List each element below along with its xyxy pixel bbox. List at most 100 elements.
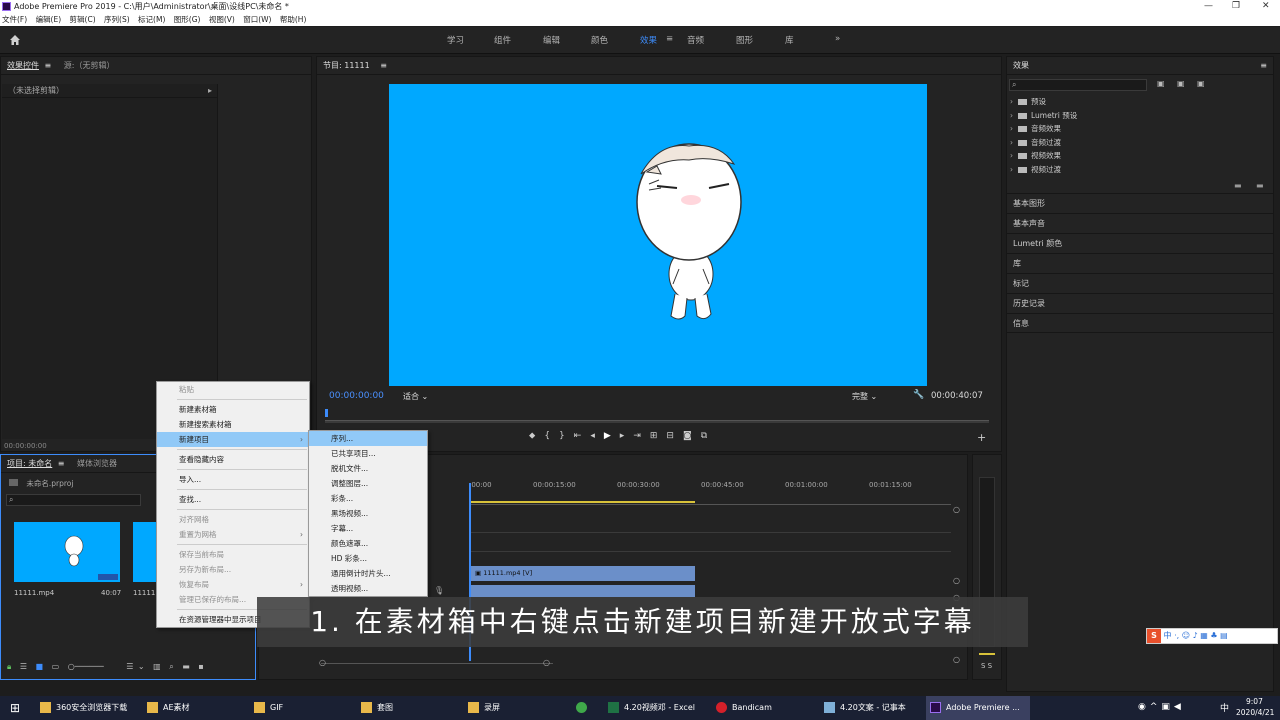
minimize-icon[interactable]: — bbox=[1204, 0, 1213, 13]
tab-audio[interactable]: 音频 bbox=[687, 34, 704, 46]
menu-edit[interactable]: 编辑(E) bbox=[36, 15, 62, 24]
tree-item-presets[interactable]: › 预设 bbox=[1010, 96, 1077, 110]
clock-time[interactable]: 9:07 bbox=[1246, 697, 1263, 706]
tab-graphics[interactable]: 图形 bbox=[736, 34, 753, 46]
go-to-in-icon[interactable]: ⇤ bbox=[574, 431, 591, 441]
automate-icon[interactable]: ▥ bbox=[153, 662, 161, 671]
tree-item-audio-transitions[interactable]: › 音频过渡 bbox=[1010, 137, 1077, 151]
sort-icon[interactable]: ☰ bbox=[126, 662, 133, 671]
playhead[interactable] bbox=[325, 409, 328, 417]
scroll-handle-icon[interactable]: ○ bbox=[319, 658, 326, 667]
emoji-icon[interactable]: ☺ bbox=[1182, 631, 1190, 640]
lift-icon[interactable]: ⊞ bbox=[650, 431, 667, 441]
submenu-item-hd-bars[interactable]: HD 彩条... bbox=[309, 551, 427, 566]
quality-dropdown[interactable]: 完整 ⌄ bbox=[852, 391, 877, 402]
menu-item-new-item[interactable]: 新建项目 › bbox=[157, 432, 309, 447]
timeline-video-clip[interactable]: ▣ 11111.mp4 [V] bbox=[469, 566, 695, 581]
taskbar-item-excel[interactable]: 4.20视频邓 - Excel bbox=[604, 696, 695, 720]
menu-window[interactable]: 窗口(W) bbox=[243, 15, 271, 24]
tray-expand-icon[interactable]: ^ bbox=[1150, 702, 1162, 712]
zoom-scrollbar[interactable] bbox=[325, 421, 989, 423]
section-lumetri-color[interactable]: Lumetri 颜色 bbox=[1007, 233, 1273, 253]
taskbar-item-bandicam[interactable]: Bandicam bbox=[712, 696, 772, 720]
tab-media-browser[interactable]: 媒体浏览器 bbox=[77, 459, 117, 468]
timeline-ruler[interactable]: :00:00 00:00:15:00 00:00:30:00 00:00:45:… bbox=[469, 481, 954, 495]
fit-dropdown[interactable]: 适合 ⌄ bbox=[403, 391, 428, 402]
close-icon[interactable]: ✕ bbox=[1262, 0, 1270, 13]
submenu-item-transparent-video[interactable]: 透明视频... bbox=[309, 581, 427, 596]
scroll-handle-icon[interactable]: ○ bbox=[543, 658, 550, 667]
solo-buttons[interactable]: S S bbox=[981, 662, 992, 670]
menu-item-view-hidden[interactable]: 查看隐藏内容 bbox=[157, 452, 309, 467]
work-area-bar[interactable] bbox=[469, 501, 695, 503]
restore-icon[interactable]: ❐ bbox=[1232, 0, 1240, 13]
section-libraries[interactable]: 库 bbox=[1007, 253, 1273, 273]
punctuation-icon[interactable]: ·, bbox=[1174, 631, 1179, 640]
menu-item-new-search-bin[interactable]: 新建搜索素材箱 bbox=[157, 417, 309, 432]
go-to-out-icon[interactable]: ⇥ bbox=[633, 431, 650, 441]
program-timecode-current[interactable]: 00:00:00:00 bbox=[329, 391, 384, 401]
accelerated-effects-icon[interactable]: ▣ bbox=[1157, 79, 1165, 88]
tab-assembly[interactable]: 组件 bbox=[494, 34, 511, 46]
tab-project[interactable]: 项目: 未命名 bbox=[7, 459, 52, 468]
tab-libraries[interactable]: 库 bbox=[785, 34, 794, 46]
chevron-down-icon[interactable]: ⌄ bbox=[138, 662, 145, 671]
section-essential-sound[interactable]: 基本声音 bbox=[1007, 213, 1273, 233]
microphone-icon[interactable]: 🎙︎ bbox=[434, 586, 444, 595]
menu-item-new-bin[interactable]: 新建素材箱 bbox=[157, 402, 309, 417]
effects-menu-icon[interactable]: ≡ bbox=[1260, 57, 1267, 75]
export-frame-icon[interactable]: ◙ bbox=[683, 431, 701, 441]
submenu-item-sequence[interactable]: 序列... bbox=[309, 431, 427, 446]
timeline-scrollbar[interactable]: ○ ○ bbox=[319, 658, 553, 669]
taskbar-item-gif[interactable]: GIF bbox=[250, 696, 283, 720]
extract-icon[interactable]: ⊟ bbox=[666, 431, 683, 441]
taskbar-item-taotu[interactable]: 套图 bbox=[357, 696, 393, 720]
icon-view-icon[interactable]: ■ bbox=[36, 662, 44, 671]
clock-date[interactable]: 2020/4/21 bbox=[1236, 708, 1274, 717]
play-icon[interactable]: ▶ bbox=[604, 431, 620, 441]
scroll-handle-icon[interactable]: ○ bbox=[953, 505, 960, 514]
delete-icon[interactable]: ▬ bbox=[1256, 181, 1264, 190]
mark-out-icon[interactable]: } bbox=[559, 431, 574, 441]
menu-item-import[interactable]: 导入... bbox=[157, 472, 309, 487]
voice-icon[interactable]: ♪ bbox=[1193, 631, 1198, 640]
wrench-icon[interactable]: 🔧 bbox=[913, 390, 924, 400]
effects-search-input[interactable]: ⌕ bbox=[1009, 79, 1147, 91]
menu-help[interactable]: 帮助(H) bbox=[280, 15, 307, 24]
project-menu-icon[interactable]: ≡ bbox=[58, 459, 65, 468]
windows-start-icon[interactable]: ⊞ bbox=[10, 701, 20, 715]
scroll-handle-icon[interactable]: ○ bbox=[953, 655, 960, 664]
tab-effects-menu-icon[interactable]: ≡ bbox=[666, 34, 673, 44]
step-back-icon[interactable]: ◂ bbox=[590, 431, 604, 441]
menu-clip[interactable]: 剪辑(C) bbox=[70, 15, 96, 24]
32bit-effects-icon[interactable]: ▣ bbox=[1177, 79, 1185, 88]
new-folder-icon[interactable]: ▬ bbox=[1234, 181, 1242, 190]
submenu-item-shared-project[interactable]: 已共享项目... bbox=[309, 446, 427, 461]
new-bin-icon[interactable]: ▬ bbox=[182, 662, 190, 671]
submenu-item-captions[interactable]: 字幕... bbox=[309, 521, 427, 536]
ime-mode-label[interactable]: 中 bbox=[1164, 631, 1172, 640]
timeline-audio-clip[interactable] bbox=[469, 585, 695, 597]
section-essential-graphics[interactable]: 基本图形 bbox=[1007, 193, 1273, 213]
tab-source[interactable]: 源:（无剪辑） bbox=[64, 61, 115, 70]
tree-item-lumetri-presets[interactable]: › Lumetri 预设 bbox=[1010, 110, 1077, 124]
volume-icon[interactable]: ◀ bbox=[1174, 702, 1185, 712]
panel-menu-icon[interactable]: ≡ bbox=[45, 61, 52, 70]
clip-thumbnail[interactable] bbox=[14, 522, 120, 582]
add-button-icon[interactable]: + bbox=[977, 431, 986, 444]
taskbar-item-ae[interactable]: AE素材 bbox=[143, 696, 190, 720]
submenu-item-black-video[interactable]: 黑场视频... bbox=[309, 506, 427, 521]
home-icon[interactable] bbox=[9, 34, 21, 46]
taskbar-item-app[interactable] bbox=[572, 696, 592, 720]
network-icon[interactable]: ▣ bbox=[1161, 702, 1174, 712]
compare-icon[interactable]: ⧉ bbox=[701, 431, 716, 441]
add-marker-icon[interactable]: ⬥ bbox=[529, 431, 544, 441]
skin-icon[interactable]: ♣ bbox=[1210, 631, 1217, 640]
tab-learn[interactable]: 学习 bbox=[447, 34, 464, 46]
tree-item-video-effects[interactable]: › 视频效果 bbox=[1010, 150, 1077, 164]
tab-editing[interactable]: 编辑 bbox=[543, 34, 560, 46]
tree-item-video-transitions[interactable]: › 视频过渡 bbox=[1010, 164, 1077, 178]
new-item-icon[interactable]: ▪ bbox=[198, 662, 203, 671]
ime-indicator[interactable]: 中 bbox=[1220, 701, 1229, 714]
menu-marker[interactable]: 标记(M) bbox=[138, 15, 165, 24]
